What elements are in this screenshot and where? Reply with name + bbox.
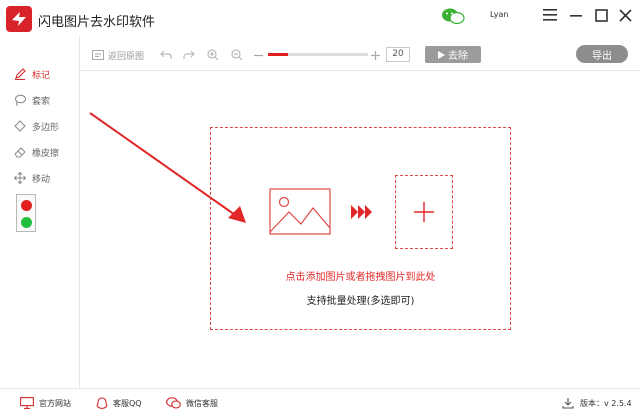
- eraser-icon: [14, 147, 26, 158]
- play-icon: [438, 50, 445, 59]
- undo-icon: [160, 50, 172, 59]
- zoom-increase-button[interactable]: [371, 46, 380, 64]
- title-bar: 闪电图片去水印软件 Lyan: [0, 0, 640, 36]
- image-placeholder-icon: [269, 188, 331, 235]
- triple-arrow-icon: [351, 205, 372, 219]
- app-logo-icon: [6, 6, 32, 32]
- official-website-label: 官方网站: [39, 398, 71, 408]
- footer-divider: [0, 388, 640, 389]
- toolbar-divider: [80, 70, 640, 71]
- drop-hint-primary: 点击添加图片或者拖拽图片到此处: [285, 272, 436, 283]
- zoom-slider-fill: [268, 53, 288, 56]
- qq-support-link[interactable]: 客服QQ: [96, 396, 142, 410]
- drop-hint-secondary: 支持批量处理(多选即可): [306, 296, 415, 307]
- wechat-support-label: 微信客服: [186, 398, 218, 408]
- wechat-login-icon[interactable]: [440, 6, 466, 26]
- tool-polygon-label: 多边形: [32, 122, 60, 133]
- color-red-swatch[interactable]: [21, 200, 32, 211]
- qq-icon: [96, 396, 108, 409]
- maximize-button[interactable]: [590, 4, 612, 26]
- remove-label: 去除: [448, 51, 468, 62]
- tool-move[interactable]: 移动: [14, 170, 50, 186]
- minus-icon: [254, 54, 263, 56]
- plus-icon: [371, 50, 380, 60]
- zoom-slider[interactable]: [268, 53, 368, 56]
- close-icon: [618, 8, 632, 22]
- zoom-value-field[interactable]: 20: [386, 47, 410, 62]
- toolbar: 返回原图 20 去除 导出: [80, 44, 640, 66]
- tool-mark-label: 标记: [32, 70, 51, 81]
- wechat-icon: [166, 397, 181, 409]
- redo-button[interactable]: [183, 46, 195, 64]
- app-window: 闪电图片去水印软件 Lyan 返回原图 20 去除 导出 标记 套索 多边形 橡…: [0, 0, 640, 416]
- back-to-original-button[interactable]: 返回原图: [92, 46, 144, 64]
- add-image-button[interactable]: [395, 175, 453, 249]
- qq-support-label: 客服QQ: [113, 398, 142, 408]
- tool-mark[interactable]: 标记: [14, 66, 50, 82]
- move-icon: [14, 172, 26, 184]
- app-title: 闪电图片去水印软件: [38, 15, 156, 30]
- menu-button[interactable]: [539, 4, 561, 26]
- version-label: 版本：v 2.5.4: [580, 398, 632, 408]
- redo-icon: [183, 50, 195, 59]
- polygon-icon: [14, 120, 26, 132]
- color-green-swatch[interactable]: [21, 217, 32, 228]
- remove-button[interactable]: 去除: [425, 46, 481, 63]
- wechat-support-link[interactable]: 微信客服: [166, 396, 218, 410]
- zoom-in-icon: [207, 49, 219, 61]
- tool-lasso-label: 套索: [32, 96, 51, 107]
- zoom-in-button[interactable]: [207, 46, 219, 64]
- tool-lasso[interactable]: 套索: [14, 92, 50, 108]
- user-name[interactable]: Lyan: [490, 10, 508, 19]
- lasso-icon: [15, 94, 26, 106]
- official-website-link[interactable]: 官方网站: [20, 396, 71, 410]
- zoom-out-icon: [231, 49, 243, 61]
- download-icon[interactable]: [562, 397, 574, 409]
- export-button[interactable]: 导出: [576, 45, 628, 63]
- sidebar-divider: [79, 36, 80, 388]
- version-info: 版本：v 2.5.4: [562, 396, 632, 410]
- close-button[interactable]: [614, 4, 636, 26]
- plus-icon: [414, 202, 434, 222]
- image-back-icon: [92, 50, 104, 60]
- minimize-button[interactable]: [565, 4, 587, 26]
- undo-button[interactable]: [160, 46, 172, 64]
- minimize-icon: [570, 15, 582, 17]
- tool-polygon[interactable]: 多边形: [14, 118, 59, 134]
- tool-eraser-label: 橡皮擦: [32, 148, 60, 159]
- hamburger-icon: [543, 9, 557, 21]
- maximize-icon: [594, 8, 608, 22]
- image-drop-zone[interactable]: 点击添加图片或者拖拽图片到此处 支持批量处理(多选即可): [210, 127, 511, 330]
- pen-icon: [15, 68, 26, 80]
- tool-move-label: 移动: [32, 174, 51, 185]
- color-picker: [16, 194, 36, 232]
- tool-eraser[interactable]: 橡皮擦: [14, 144, 59, 160]
- monitor-icon: [20, 397, 34, 409]
- zoom-decrease-button[interactable]: [254, 46, 263, 64]
- back-to-original-label: 返回原图: [108, 51, 145, 62]
- zoom-out-button[interactable]: [231, 46, 243, 64]
